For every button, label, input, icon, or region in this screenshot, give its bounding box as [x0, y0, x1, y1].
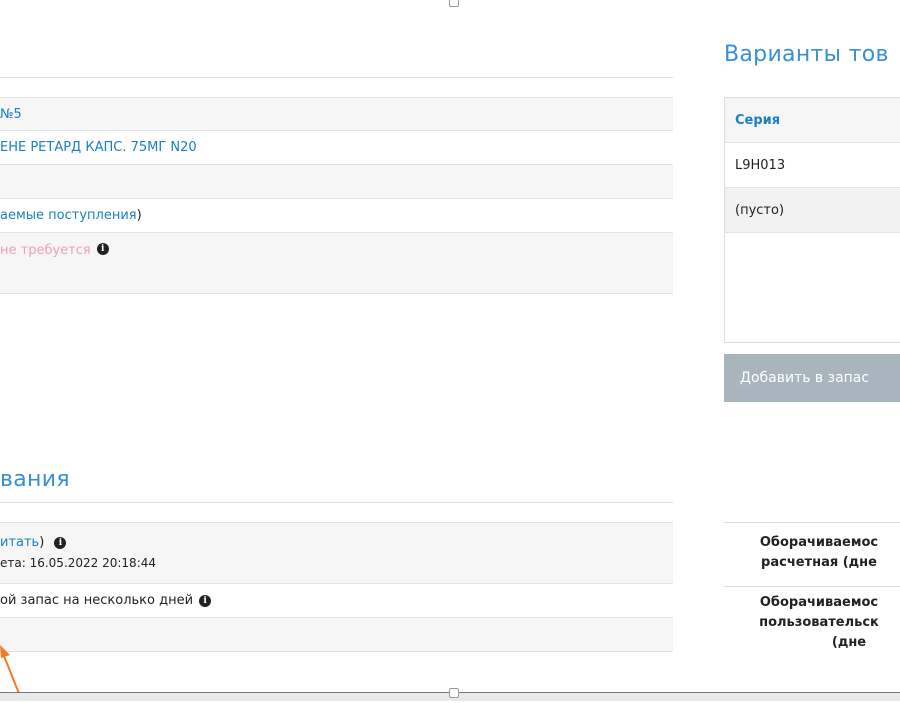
forecast-divider — [0, 502, 673, 503]
info-row-empty — [0, 165, 673, 199]
turnover-custom-line1: Оборачиваемос — [759, 595, 879, 610]
product-info-panel: №5 ЕНЕ РЕТАРД КАПС. 75МГ N20 аемые посту… — [0, 97, 673, 294]
info-icon[interactable]: i — [199, 594, 212, 607]
variant-series-value: (пусто) — [735, 202, 785, 218]
resize-handle-top[interactable] — [449, 0, 459, 7]
product-name-link[interactable]: ЕНЕ РЕТАРД КАПС. 75МГ N20 — [0, 140, 197, 155]
variant-row[interactable]: (пусто) — [725, 188, 900, 233]
info-row-status: не требуется i — [0, 233, 673, 294]
info-row-number: №5 — [0, 97, 673, 131]
status-not-required: не требуется — [0, 243, 91, 258]
info-row-receipts: аемые поступления) — [0, 199, 673, 233]
turnover-calculated-line1: Оборачиваемос — [759, 535, 879, 550]
variant-row[interactable]: L9H013 — [725, 143, 900, 188]
info-icon[interactable]: i — [96, 243, 109, 255]
turnover-calculated: Оборачиваемос расчетная (дне — [724, 522, 900, 586]
recalc-row: итать) i ета: 16.05.2022 20:18:44 — [0, 522, 673, 584]
calc-date: ета: 16.05.2022 20:18:44 — [0, 556, 156, 570]
turnover-calculated-line2: расчетная (дне — [761, 555, 877, 570]
turnover-custom: Оборачиваемос пользовательск (дне — [724, 586, 900, 666]
section-divider — [0, 77, 673, 78]
stock-days-input-row[interactable] — [0, 618, 673, 652]
stock-days-label: ой запас на несколько дней — [0, 593, 194, 608]
variants-header: Серия — [725, 98, 900, 143]
recalculate-link[interactable]: итать — [0, 535, 39, 550]
expected-receipts-link[interactable]: аемые поступления — [0, 208, 137, 223]
forecast-panel: итать) i ета: 16.05.2022 20:18:44 ой зап… — [0, 522, 673, 652]
product-number-link[interactable]: №5 — [0, 107, 22, 122]
variants-table: Серия L9H013 (пусто) — [724, 97, 900, 343]
variants-title: Варианты тов — [724, 42, 889, 67]
receipts-suffix: ) — [136, 208, 142, 223]
turnover-custom-line3: (дне — [831, 635, 867, 650]
forecast-section-title: вания — [0, 467, 70, 492]
turnover-custom-line2: пользовательск — [759, 615, 879, 630]
recalc-suffix: ) — [39, 535, 45, 550]
stock-days-row: ой запас на несколько дней i — [0, 584, 673, 618]
variant-series-value: L9H013 — [735, 157, 786, 173]
resize-handle-bottom[interactable] — [449, 688, 459, 698]
info-icon[interactable]: i — [54, 536, 67, 549]
info-row-product-name: ЕНЕ РЕТАРД КАПС. 75МГ N20 — [0, 131, 673, 165]
add-to-stock-button[interactable]: Добавить в запас — [724, 354, 900, 402]
column-header-series[interactable]: Серия — [735, 113, 780, 128]
